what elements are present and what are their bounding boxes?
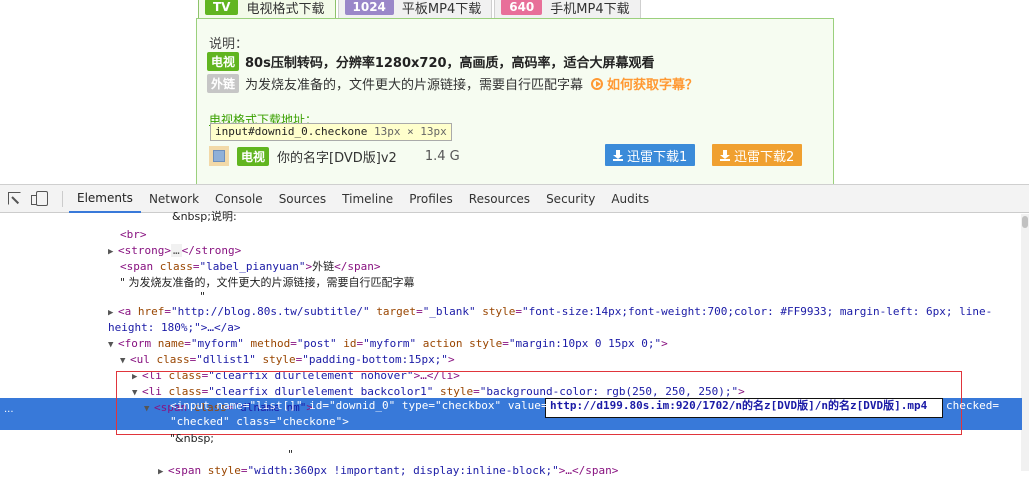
- tab-elements[interactable]: Elements: [69, 185, 141, 213]
- dom-line-selected[interactable]: "checked" class="checkone">: [170, 414, 349, 430]
- format-tabs: TV 电视格式下载 1024 平板MP4下载 640 手机MP4下载: [198, 0, 643, 19]
- thunder-download-2-button[interactable]: 迅雷下载2: [712, 144, 803, 166]
- tab-audits[interactable]: Audits: [603, 185, 657, 213]
- tab-profiles[interactable]: Profiles: [401, 185, 461, 213]
- dom-line[interactable]: <span class="label_pianyuan">外链</span>: [120, 259, 380, 275]
- dom-line[interactable]: "&nbsp;: [170, 431, 214, 447]
- device-icon: [31, 191, 48, 206]
- tab-label-tablet: 平板MP4下载: [401, 1, 482, 17]
- tab-tv-format[interactable]: TV 电视格式下载: [198, 0, 336, 19]
- tab-sources[interactable]: Sources: [271, 185, 334, 213]
- dom-line[interactable]: &nbsp;说明:: [172, 209, 237, 225]
- download-icon: [613, 149, 623, 161]
- inspect-tooltip: input#downid_0.checkone 13px × 13px: [210, 123, 452, 141]
- file-row: 电视 你的名字[DVD版]v2 1.4 G 迅雷下载1 迅雷下载2: [209, 144, 819, 168]
- tab-tablet-mp4[interactable]: 1024 平板MP4下载: [337, 0, 493, 19]
- elements-scrollbar[interactable]: [1021, 214, 1029, 471]
- devtools-toolbar: Elements Network Console Sources Timelin…: [0, 185, 1029, 213]
- tooltip-selector: input#downid_0.checkone: [215, 125, 368, 138]
- file-tv-tag: 电视: [237, 146, 270, 166]
- play-circle-icon: [591, 77, 604, 90]
- toolbar-divider: [62, 190, 63, 207]
- tab-security[interactable]: Security: [538, 185, 603, 213]
- external-tag: 外链: [207, 74, 240, 93]
- collapse-triangle-icon: ▼: [108, 340, 114, 350]
- tab-timeline[interactable]: Timeline: [334, 185, 401, 213]
- download-icon: [720, 149, 730, 161]
- thunder-download-2-label: 迅雷下载2: [734, 149, 795, 165]
- subtitle-link-label: 如何获取字幕？: [607, 78, 699, 93]
- tv-description-row: 电视 80s压制转码，分辨率1280x720，高画质，高码率，适合大屏幕观看: [207, 52, 655, 71]
- tooltip-size: 13px × 13px: [373, 125, 447, 138]
- expand-triangle-icon: ▶: [108, 247, 114, 257]
- dom-line[interactable]: ": [200, 289, 205, 305]
- tv-description: 80s压制转码，分辨率1280x720，高画质，高码率，适合大屏幕观看: [245, 56, 655, 71]
- file-checkbox-highlight[interactable]: [209, 146, 229, 166]
- web-page: TV 电视格式下载 1024 平板MP4下载 640 手机MP4下载 说明： 电…: [0, 0, 1029, 184]
- subtitle-link[interactable]: 如何获取字幕？: [591, 74, 698, 93]
- dom-line[interactable]: ▶ <strong>… </strong>: [108, 243, 241, 259]
- tab-label-tv: 电视格式下载: [246, 1, 325, 17]
- inspect-arrow-icon: [7, 192, 21, 205]
- dom-line-selected[interactable]: checked=: [946, 398, 999, 414]
- tv-tag: 电视: [207, 52, 240, 71]
- checkbox-value-url[interactable]: http://d199.80s.im:920/1702/n的名z[DVD版]/n…: [550, 398, 927, 414]
- expand-triangle-icon: ▶: [108, 308, 114, 318]
- tab-badge-640: 640: [501, 0, 543, 15]
- dom-line[interactable]: ": [288, 447, 293, 463]
- dom-line[interactable]: ▶ <span style="width:360px !important; di…: [158, 463, 618, 479]
- thunder-download-1-label: 迅雷下载1: [627, 149, 688, 165]
- tab-label-phone: 手机MP4下载: [550, 1, 630, 17]
- dom-line[interactable]: height: 180%;">…</a>: [108, 320, 240, 336]
- tab-badge-tv: TV: [205, 0, 239, 15]
- file-name: 你的名字[DVD版]v2: [277, 150, 397, 166]
- expand-triangle-icon: ▶: [158, 467, 164, 477]
- external-description: 为发烧友准备的，文件更大的片源链接，需要自行匹配字幕: [245, 78, 584, 93]
- tab-phone-mp4[interactable]: 640 手机MP4下载: [494, 0, 641, 19]
- thunder-download-1-button[interactable]: 迅雷下载1: [605, 144, 696, 166]
- inspect-element-button[interactable]: [0, 185, 28, 213]
- download-panel: 说明： 电视 80s压制转码，分辨率1280x720，高画质，高码率，适合大屏幕…: [196, 18, 834, 184]
- more-options-icon[interactable]: ···: [4, 407, 14, 418]
- dom-line[interactable]: ▶ <a href="http://blog.80s.tw/subtitle/" …: [108, 304, 992, 320]
- devtools-panel: Elements Network Console Sources Timelin…: [0, 184, 1029, 477]
- dom-line[interactable]: " 为发烧友准备的，文件更大的片源链接，需要自行匹配字幕: [120, 275, 415, 291]
- file-size: 1.4 G: [424, 148, 460, 164]
- file-checkbox[interactable]: [213, 150, 225, 162]
- device-mode-button[interactable]: [28, 185, 56, 213]
- dom-line[interactable]: ▼ <ul class="dllist1" style="padding-bott…: [120, 352, 455, 368]
- description-label: 说明：: [209, 37, 249, 52]
- tab-badge-1024: 1024: [344, 0, 394, 15]
- external-description-row: 外链 为发烧友准备的，文件更大的片源链接，需要自行匹配字幕 如何获取字幕？: [207, 74, 698, 93]
- collapse-triangle-icon: ▼: [120, 356, 126, 366]
- tab-resources[interactable]: Resources: [461, 185, 538, 213]
- dom-line-selected[interactable]: <input name="list[]" id="downid_0" type=…: [170, 398, 548, 414]
- dom-line[interactable]: <br>: [120, 227, 147, 243]
- dom-line[interactable]: ▼ <form name="myform" method="post" id="m…: [108, 336, 668, 352]
